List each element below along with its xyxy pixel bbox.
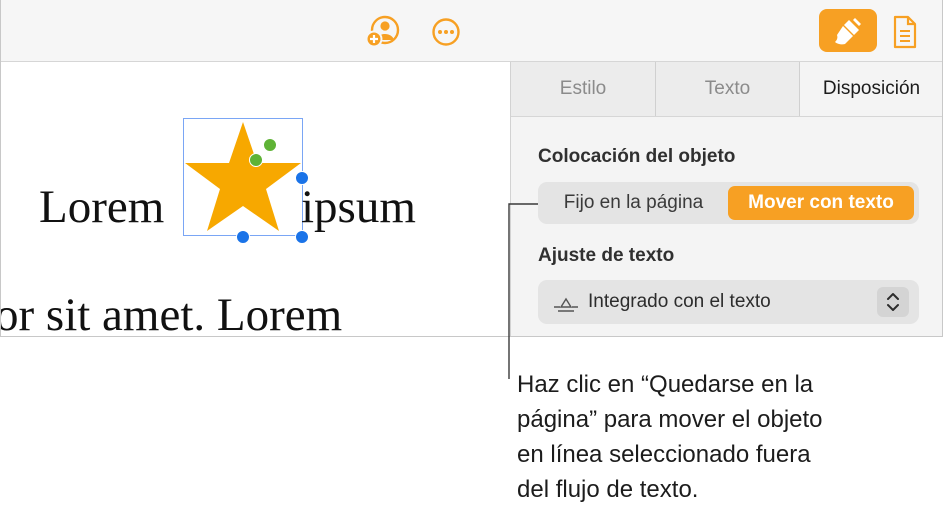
- body-text-line: or sit amet. Lorem: [1, 289, 343, 337]
- sidebar-tabs: Estilo Texto Disposición: [511, 62, 942, 117]
- callout-line: del flujo de texto.: [517, 476, 699, 503]
- more-button[interactable]: [429, 15, 463, 49]
- person-add-icon: [365, 15, 400, 48]
- stay-on-page-option[interactable]: Fijo en la página: [542, 186, 725, 220]
- inline-wrap-icon: [554, 297, 578, 312]
- callout-line: página” para mover el objeto: [517, 406, 823, 433]
- pages-window: Lorem ipsum or sit amet. Lorem Estilo Te…: [0, 0, 943, 337]
- document-canvas[interactable]: Lorem ipsum or sit amet. Lorem: [1, 62, 510, 336]
- text-wrap-select[interactable]: Integrado con el texto: [538, 280, 919, 324]
- paintbrush-icon: [835, 17, 861, 44]
- inline-star-object[interactable]: [183, 118, 309, 244]
- document-button[interactable]: [889, 14, 921, 50]
- resize-handle-bottom[interactable]: [236, 230, 250, 244]
- text-wrap-title: Ajuste de texto: [538, 245, 675, 266]
- callout-text: Haz clic en “Quedarse en la página” para…: [517, 367, 927, 507]
- toolbar: [1, 0, 942, 62]
- callout-line: Haz clic en “Quedarse en la: [517, 371, 814, 398]
- tab-text[interactable]: Texto: [656, 62, 800, 116]
- tab-style[interactable]: Estilo: [511, 62, 656, 116]
- rotation-handle[interactable]: [249, 153, 263, 167]
- format-button[interactable]: [819, 9, 877, 52]
- select-stepper[interactable]: [877, 287, 909, 317]
- ellipsis-icon: [432, 18, 460, 46]
- callout-line: en línea seleccionado fuera: [517, 441, 811, 468]
- body-text-word: Lorem: [39, 181, 165, 233]
- text-wrap-value: Integrado con el texto: [588, 291, 771, 312]
- document-icon: [893, 15, 917, 49]
- rotation-handle[interactable]: [263, 138, 277, 152]
- move-with-text-option[interactable]: Mover con texto: [728, 186, 914, 220]
- body-text-word: ipsum: [301, 181, 416, 233]
- chevron-up-down-icon: [887, 293, 899, 311]
- object-placement-title: Colocación del objeto: [538, 146, 736, 167]
- selection-box: [183, 118, 303, 236]
- collaborate-button[interactable]: [364, 15, 402, 49]
- object-placement-control: Fijo en la página Mover con texto: [538, 182, 919, 224]
- format-sidebar: Estilo Texto Disposición Colocación del …: [510, 62, 942, 336]
- tab-arrange[interactable]: Disposición: [800, 62, 942, 116]
